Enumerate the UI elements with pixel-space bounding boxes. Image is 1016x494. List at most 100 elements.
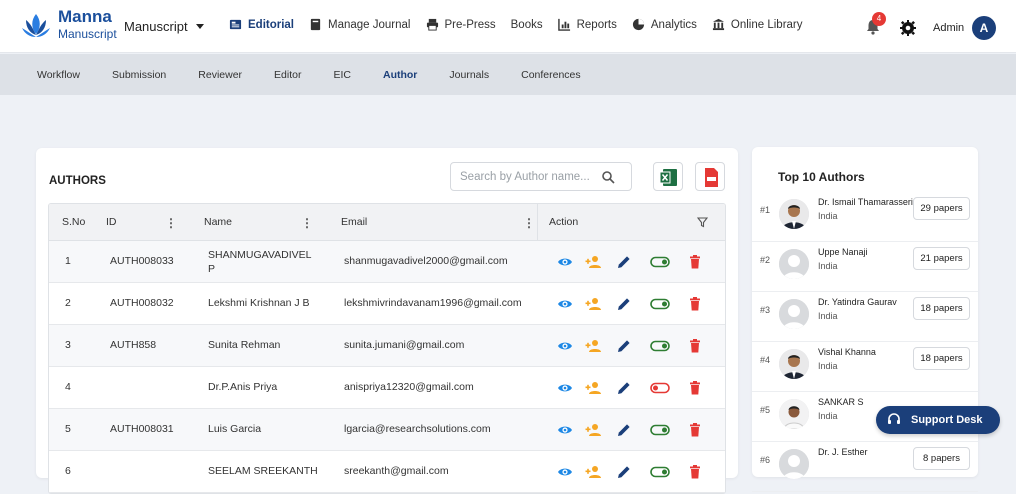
top-nav-reports[interactable]: Reports: [557, 18, 617, 31]
table-row[interactable]: 5 AUTH008031 Luis Garcia lgarcia@researc…: [49, 409, 725, 451]
tab-author[interactable]: Author: [367, 69, 433, 81]
delete-trash-icon[interactable]: [687, 422, 703, 438]
top-author-item[interactable]: #1 Dr. Ismail Thamarasseri India 29 pape…: [752, 192, 978, 242]
author-rank: #4: [760, 355, 771, 365]
add-user-icon[interactable]: [585, 380, 601, 396]
top-nav-pre-press[interactable]: Pre-Press: [426, 18, 496, 31]
cell-sno: 2: [65, 297, 71, 309]
top-nav-analytics[interactable]: Analytics: [632, 18, 697, 31]
toggle-on-icon[interactable]: [650, 338, 670, 354]
edit-pencil-icon[interactable]: [616, 422, 632, 438]
top-author-item[interactable]: #6 Dr. J. Esther 8 papers: [752, 442, 978, 492]
view-eye-icon[interactable]: [557, 422, 573, 438]
search-icon[interactable]: [601, 170, 615, 184]
author-country: India: [818, 361, 838, 371]
tab-reviewer[interactable]: Reviewer: [182, 69, 258, 81]
add-user-icon[interactable]: [585, 338, 601, 354]
delete-trash-icon[interactable]: [687, 296, 703, 312]
add-user-icon[interactable]: [585, 464, 601, 480]
tab-eic[interactable]: EIC: [317, 69, 367, 81]
author-avatar: [779, 449, 809, 479]
top-author-item[interactable]: #3 Dr. Yatindra Gaurav India 18 papers: [752, 292, 978, 342]
cell-name: Lekshmi Krishnan J B: [208, 297, 310, 309]
toggle-on-icon[interactable]: [650, 422, 670, 438]
editorial-icon: [229, 19, 242, 30]
edit-pencil-icon[interactable]: [616, 380, 632, 396]
author-country: India: [818, 311, 838, 321]
table-row[interactable]: 6 SEELAM SREEKANTH sreekanth@gmail.com: [49, 451, 725, 493]
search-input[interactable]: [451, 163, 601, 190]
top-nav-label: Manage Journal: [328, 18, 411, 31]
filter-icon[interactable]: [697, 217, 708, 228]
top-bar: Manna Manuscript Manuscript Editorial Ma…: [0, 0, 1016, 53]
toggle-on-icon[interactable]: [650, 254, 670, 270]
authors-card: AUTHORS S.No ID ⋮ Name ⋮ Email ⋮ Action …: [36, 148, 738, 494]
view-eye-icon[interactable]: [557, 380, 573, 396]
toggle-on-icon[interactable]: [650, 464, 670, 480]
tab-conferences[interactable]: Conferences: [505, 69, 597, 81]
col-email[interactable]: Email: [341, 216, 367, 228]
view-eye-icon[interactable]: [557, 254, 573, 270]
brand-logo[interactable]: Manna Manuscript: [20, 8, 117, 46]
delete-trash-icon[interactable]: [687, 254, 703, 270]
authors-title: AUTHORS: [49, 175, 106, 187]
add-user-icon[interactable]: [585, 296, 601, 312]
author-photo: [779, 349, 809, 379]
sub-nav: Workflow Submission Reviewer Editor EIC …: [0, 54, 1016, 95]
add-user-icon[interactable]: [585, 422, 601, 438]
tab-submission[interactable]: Submission: [96, 69, 182, 81]
author-search: [450, 162, 632, 191]
tab-workflow[interactable]: Workflow: [0, 69, 96, 81]
view-eye-icon[interactable]: [557, 338, 573, 354]
table-row[interactable]: 4 Dr.P.Anis Priya anispriya12320@gmail.c…: [49, 367, 725, 409]
col-id[interactable]: ID: [106, 216, 117, 228]
delete-trash-icon[interactable]: [687, 338, 703, 354]
toggle-on-icon[interactable]: [650, 296, 670, 312]
cell-id: AUTH008033: [110, 255, 174, 267]
edit-pencil-icon[interactable]: [616, 254, 632, 270]
gear-icon[interactable]: [899, 19, 917, 37]
top-author-item[interactable]: #4 Vishal Khanna India 18 papers: [752, 342, 978, 392]
top-nav-manage-journal[interactable]: Manage Journal: [309, 18, 411, 31]
top-nav: Editorial Manage Journal Pre-Press Books…: [229, 18, 818, 31]
support-desk-button[interactable]: Support Desk: [876, 406, 1000, 434]
top-author-item[interactable]: #2 Uppe Nanaji India 21 papers: [752, 242, 978, 292]
export-excel-button[interactable]: [653, 162, 683, 191]
table-row[interactable]: 2 AUTH008032 Lekshmi Krishnan J B lekshm…: [49, 283, 725, 325]
cell-sno: 4: [65, 381, 71, 393]
edit-pencil-icon[interactable]: [616, 464, 632, 480]
top-nav-editorial[interactable]: Editorial: [229, 18, 294, 31]
papers-count-badge: 21 papers: [913, 247, 970, 270]
journal-icon: [310, 18, 321, 31]
top-nav-books[interactable]: Books: [511, 19, 543, 31]
toggle-off-icon[interactable]: [650, 380, 670, 396]
add-user-icon[interactable]: [585, 254, 601, 270]
edit-pencil-icon[interactable]: [616, 338, 632, 354]
edit-pencil-icon[interactable]: [616, 296, 632, 312]
view-eye-icon[interactable]: [557, 296, 573, 312]
col-name[interactable]: Name: [204, 216, 232, 228]
tab-journals[interactable]: Journals: [433, 69, 505, 81]
delete-trash-icon[interactable]: [687, 464, 703, 480]
papers-count-badge: 29 papers: [913, 197, 970, 220]
export-pdf-button[interactable]: [695, 162, 725, 191]
table-row[interactable]: 1 AUTH008033 SHANMUGAVADIVEL P shanmugav…: [49, 241, 725, 283]
cell-email: lekshmivrindavanam1996@gmail.com: [344, 297, 522, 309]
user-name[interactable]: Admin: [933, 22, 964, 34]
column-menu-icon[interactable]: ⋮: [523, 216, 535, 230]
col-sno[interactable]: S.No: [62, 216, 85, 228]
module-selector[interactable]: Manuscript: [124, 19, 204, 34]
column-menu-icon[interactable]: ⋮: [165, 216, 177, 230]
column-menu-icon[interactable]: ⋮: [301, 216, 313, 230]
delete-trash-icon[interactable]: [687, 380, 703, 396]
notification-badge: 4: [872, 12, 886, 26]
table-body: 1 AUTH008033 SHANMUGAVADIVEL P shanmugav…: [49, 241, 725, 493]
top-authors-title: Top 10 Authors: [778, 170, 865, 184]
tab-editor[interactable]: Editor: [258, 69, 317, 81]
view-eye-icon[interactable]: [557, 464, 573, 480]
author-avatar: [779, 199, 809, 229]
top-nav-online-library[interactable]: Online Library: [712, 18, 803, 31]
table-row[interactable]: 3 AUTH858 Sunita Rehman sunita.jumani@gm…: [49, 325, 725, 367]
avatar[interactable]: A: [972, 16, 996, 40]
top-nav-label: Books: [510, 18, 543, 31]
